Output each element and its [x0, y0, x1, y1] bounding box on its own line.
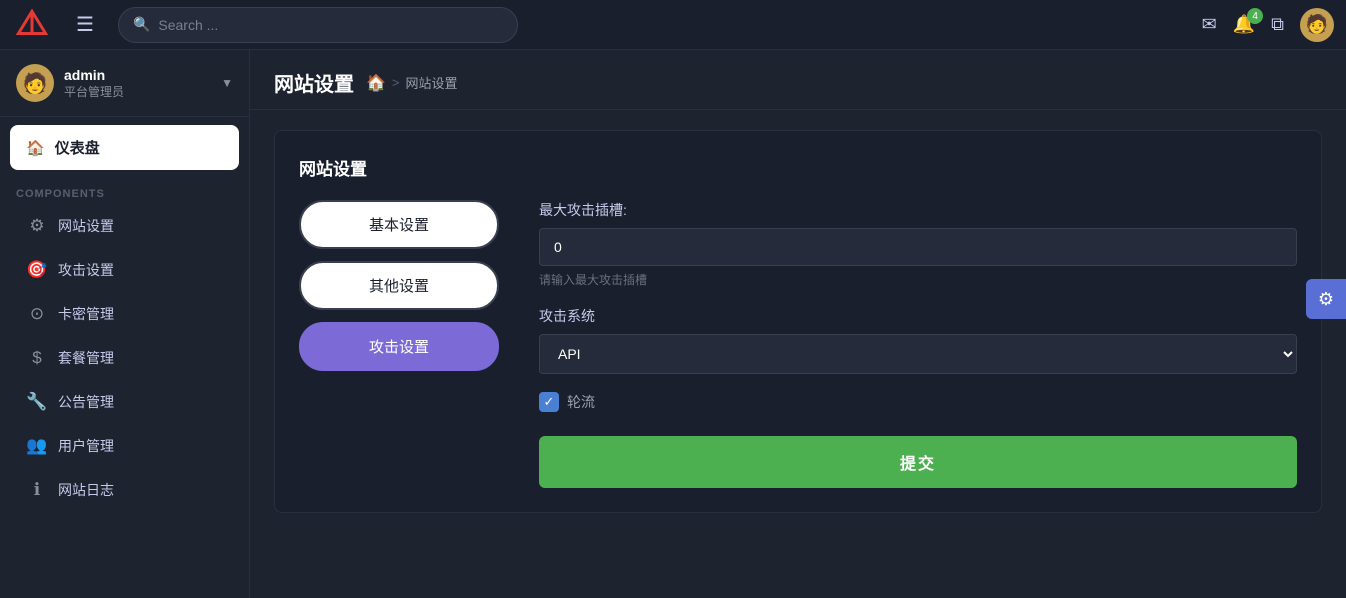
sidebar-item-label: 卡密管理 [58, 304, 114, 324]
search-input[interactable] [158, 17, 503, 33]
settings-form: 最大攻击插槽: 请输入最大攻击插槽 攻击系统 API 自建 [539, 200, 1297, 488]
info-icon: ℹ [26, 480, 48, 500]
home-icon: 🏠 [26, 139, 45, 157]
attack-system-select[interactable]: API 自建 [539, 334, 1297, 374]
sidebar-item-label: 用户管理 [58, 436, 114, 456]
settings-inner: 基本设置 其他设置 攻击设置 最大攻击插槽: 请输入最大攻击插槽 [299, 200, 1297, 488]
sidebar-user-avatar: 🧑 [16, 64, 54, 102]
gear-icon: ⚙ [1318, 289, 1334, 310]
package-icon: $ [26, 348, 48, 368]
settings-card-title: 网站设置 [299, 155, 1297, 180]
sidebar-user-role: 平台管理员 [64, 83, 211, 100]
hamburger-menu[interactable]: ☰ [68, 6, 102, 43]
submit-button[interactable]: 提交 [539, 436, 1297, 488]
layers-icon-button[interactable]: ⧉ [1271, 14, 1284, 35]
max-attack-hint: 请输入最大攻击插槽 [539, 271, 1297, 288]
notification-badge: 4 [1247, 8, 1263, 24]
settings-card: 网站设置 基本设置 其他设置 攻击设置 最大攻击插槽: [274, 130, 1322, 513]
content-body: 网站设置 基本设置 其他设置 攻击设置 最大攻击插槽: [250, 110, 1346, 598]
notification-bell-button[interactable]: 🔔 4 [1233, 14, 1255, 35]
checkbox-label: 轮流 [567, 392, 595, 412]
attack-system-group: 攻击系统 API 自建 [539, 306, 1297, 374]
logo [12, 5, 52, 45]
sidebar-section-components: COMPONENTS [0, 178, 249, 204]
sidebar-item-dashboard[interactable]: 🏠 仪表盘 [10, 125, 239, 170]
attack-system-label: 攻击系统 [539, 306, 1297, 326]
breadcrumb-current-page: 网站设置 [406, 73, 458, 92]
sidebar-item-label: 套餐管理 [58, 348, 114, 368]
sidebar-dashboard-label: 仪表盘 [55, 137, 100, 158]
attack-icon: 🎯 [26, 260, 48, 280]
sidebar-item-site-log[interactable]: ℹ 网站日志 [8, 469, 241, 511]
sidebar-item-label: 网站日志 [58, 480, 114, 500]
tab-basic-settings[interactable]: 基本设置 [299, 200, 499, 249]
sidebar-user-info: admin 平台管理员 [64, 67, 211, 100]
announcement-icon: 🔧 [26, 392, 48, 412]
top-header: ☰ 🔍 ✉ 🔔 4 ⧉ 🧑 [0, 0, 1346, 50]
page-header: 网站设置 🏠 > 网站设置 [250, 50, 1346, 110]
breadcrumb-home-icon[interactable]: 🏠 [366, 73, 386, 93]
sidebar-item-label: 公告管理 [58, 392, 114, 412]
settings-icon: ⚙ [26, 216, 48, 236]
checkbox-row: ✓ 轮流 [539, 392, 1297, 412]
sidebar-item-package-management[interactable]: $ 套餐管理 [8, 337, 241, 379]
sidebar: 🧑 admin 平台管理员 ▼ 🏠 仪表盘 COMPONENTS ⚙ 网站设置 … [0, 50, 250, 598]
settings-tabs: 基本设置 其他设置 攻击设置 [299, 200, 499, 488]
sidebar-item-attack-settings[interactable]: 🎯 攻击设置 [8, 249, 241, 291]
sidebar-item-card-management[interactable]: ⊙ 卡密管理 [8, 293, 241, 335]
content-area: 网站设置 🏠 > 网站设置 网站设置 基本设置 其他设置 攻击设置 [250, 50, 1346, 598]
floating-gear-button[interactable]: ⚙ [1306, 279, 1346, 319]
tab-other-settings[interactable]: 其他设置 [299, 261, 499, 310]
sidebar-user-name: admin [64, 67, 211, 83]
search-bar: 🔍 [118, 7, 518, 43]
checkbox-round-robin[interactable]: ✓ [539, 392, 559, 412]
user-avatar[interactable]: 🧑 [1300, 8, 1334, 42]
max-attack-label: 最大攻击插槽: [539, 200, 1297, 220]
breadcrumb-separator: > [392, 75, 400, 90]
mail-icon-button[interactable]: ✉ [1202, 14, 1217, 35]
search-icon: 🔍 [133, 16, 150, 33]
tab-attack-settings[interactable]: 攻击设置 [299, 322, 499, 371]
page-title: 网站设置 [274, 68, 354, 97]
sidebar-item-announcement-management[interactable]: 🔧 公告管理 [8, 381, 241, 423]
card-icon: ⊙ [26, 304, 48, 324]
sidebar-item-label: 网站设置 [58, 216, 114, 236]
breadcrumb: 🏠 > 网站设置 [366, 73, 458, 93]
sidebar-item-label: 攻击设置 [58, 260, 114, 280]
max-attack-group: 最大攻击插槽: 请输入最大攻击插槽 [539, 200, 1297, 288]
sidebar-user: 🧑 admin 平台管理员 ▼ [0, 50, 249, 117]
max-attack-input[interactable] [539, 228, 1297, 266]
sidebar-item-website-settings[interactable]: ⚙ 网站设置 [8, 205, 241, 247]
main-layout: 🧑 admin 平台管理员 ▼ 🏠 仪表盘 COMPONENTS ⚙ 网站设置 … [0, 50, 1346, 598]
users-icon: 👥 [26, 436, 48, 456]
sidebar-user-dropdown-icon[interactable]: ▼ [221, 76, 233, 90]
sidebar-item-user-management[interactable]: 👥 用户管理 [8, 425, 241, 467]
header-right-actions: ✉ 🔔 4 ⧉ 🧑 [1202, 8, 1334, 42]
